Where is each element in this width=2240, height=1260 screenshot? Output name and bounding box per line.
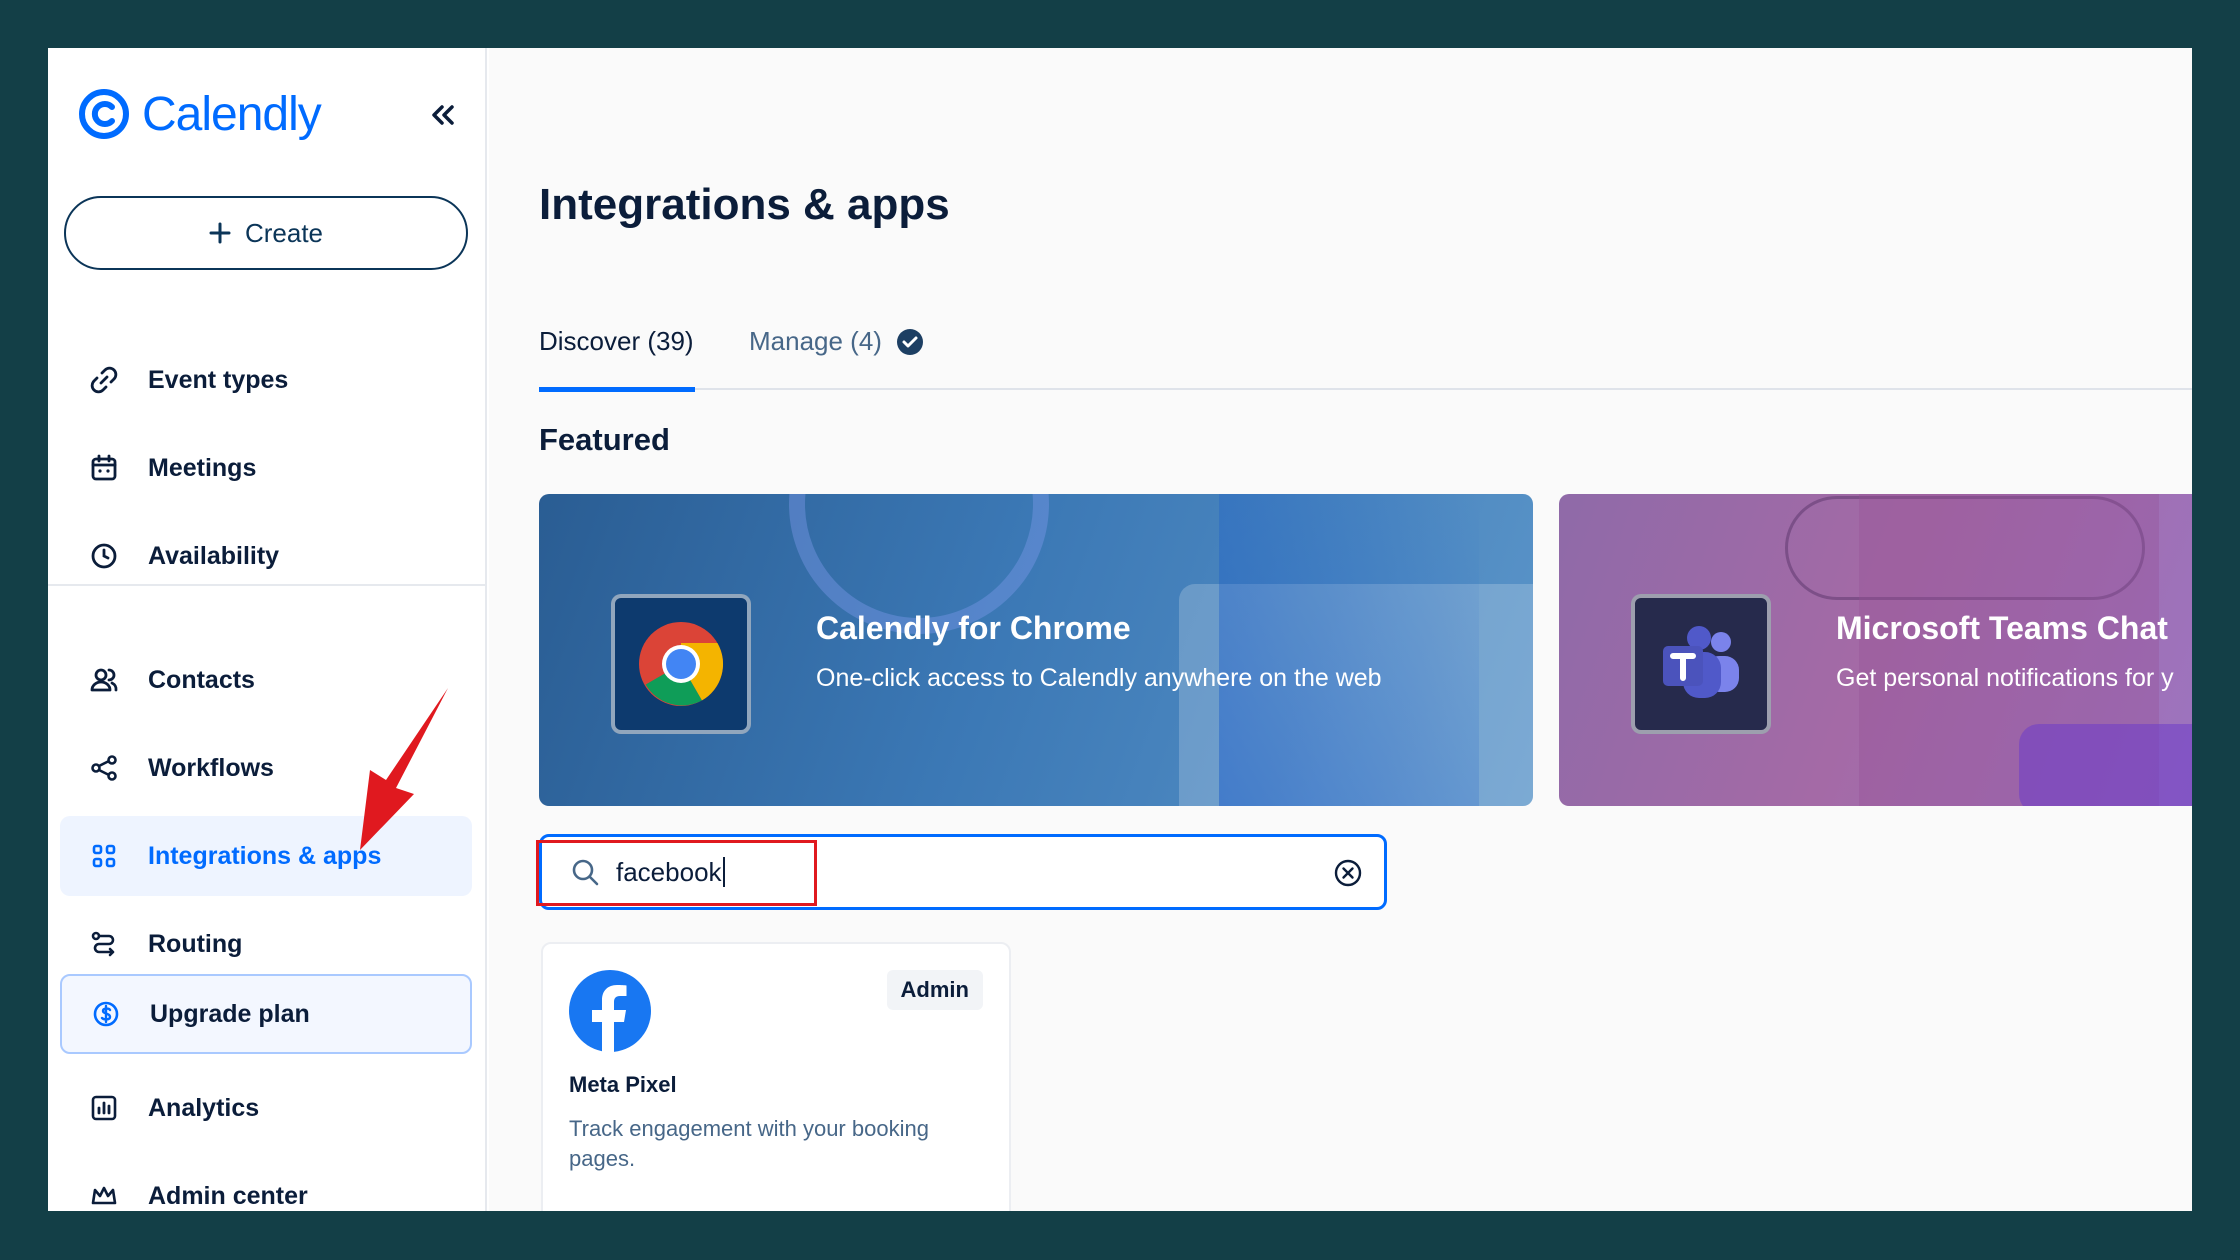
sidebar-item-label: Availability	[148, 541, 280, 570]
workflow-icon	[86, 750, 122, 786]
search-input[interactable]: facebook	[539, 834, 1387, 910]
calendly-logo[interactable]: Calendly	[78, 82, 322, 146]
tab-discover[interactable]: Discover (39)	[539, 326, 695, 392]
app-description: Track engagement with your booking pages…	[569, 1116, 929, 1171]
routing-icon	[86, 926, 122, 962]
featured-card-subtitle: Get personal notifications for y	[1836, 664, 2174, 692]
sidebar-item-label: Analytics	[148, 1093, 260, 1122]
facebook-icon	[569, 970, 651, 1052]
analytics-icon	[86, 1090, 122, 1126]
sidebar-item-routing[interactable]: Routing	[60, 904, 472, 984]
dollar-icon	[88, 996, 124, 1032]
sidebar-item-event-types[interactable]: Event types	[60, 340, 472, 420]
sidebar-item-workflows[interactable]: Workflows	[60, 728, 472, 808]
sidebar-item-label: Admin center	[148, 1181, 308, 1210]
tab-manage[interactable]: Manage (4)	[749, 326, 924, 390]
sidebar-item-integrations-apps[interactable]: Integrations & apps	[60, 816, 472, 896]
chrome-icon	[639, 622, 724, 706]
clock-icon	[86, 538, 122, 574]
app-name: Meta Pixel	[569, 1072, 677, 1097]
featured-card-title: Calendly for Chrome	[816, 610, 1131, 646]
chrome-icon-tile	[611, 594, 751, 734]
search-text: facebook	[616, 856, 722, 887]
sidebar: Calendly Create Event types Meetings Ava…	[48, 48, 487, 1211]
teams-icon	[1663, 626, 1739, 698]
featured-heading: Featured	[539, 422, 670, 457]
main-content: Integrations & apps Discover (39) Manage…	[489, 48, 2192, 1211]
text-cursor	[722, 857, 725, 887]
calendly-logo-icon	[79, 89, 129, 139]
sidebar-item-label: Integrations & apps	[148, 841, 382, 870]
upgrade-plan-button[interactable]: Upgrade plan	[60, 974, 472, 1054]
decoration	[1219, 494, 1479, 806]
sidebar-item-label: Workflows	[148, 753, 274, 782]
sidebar-item-analytics[interactable]: Analytics	[60, 1068, 472, 1148]
sidebar-item-label: Meetings	[148, 453, 257, 482]
double-chevron-left-icon	[432, 105, 454, 125]
sidebar-divider	[48, 584, 487, 586]
tab-label: Manage (4)	[749, 326, 882, 356]
logo-text: Calendly	[142, 87, 322, 141]
sidebar-item-meetings[interactable]: Meetings	[60, 428, 472, 508]
clear-search-icon[interactable]	[1334, 859, 1362, 887]
link-icon	[86, 362, 122, 398]
tab-bar: Discover (39) Manage (4)	[539, 326, 2192, 392]
decoration	[2019, 724, 2192, 806]
people-icon	[86, 662, 122, 698]
sidebar-item-contacts[interactable]: Contacts	[60, 640, 472, 720]
tab-label: Discover (39)	[539, 326, 694, 356]
teams-icon-tile	[1631, 594, 1771, 734]
sidebar-item-admin-center[interactable]: Admin center	[60, 1156, 472, 1211]
sidebar-item-label: Contacts	[148, 665, 255, 694]
check-circle-icon	[896, 329, 923, 355]
featured-card-title: Microsoft Teams Chat	[1836, 610, 2168, 646]
sidebar-item-label: Routing	[148, 929, 243, 958]
search-icon	[572, 859, 599, 886]
featured-card-chrome[interactable]: Calendly for Chrome One-click access to …	[539, 494, 1533, 806]
create-button[interactable]: Create	[64, 196, 468, 270]
grid-icon	[86, 838, 122, 874]
app-card-meta-pixel[interactable]: Admin Meta Pixel Track engagement with y…	[541, 942, 1011, 1211]
featured-card-subtitle: One-click access to Calendly anywhere on…	[816, 664, 1382, 692]
sidebar-item-label: Event types	[148, 365, 289, 394]
admin-badge: Admin	[886, 970, 983, 1010]
featured-card-teams[interactable]: Microsoft Teams Chat Get personal notifi…	[1559, 494, 2192, 806]
search-value: facebook	[616, 857, 725, 888]
app-window: Calendly Create Event types Meetings Ava…	[48, 48, 2192, 1211]
crown-icon	[86, 1178, 122, 1211]
plus-icon	[209, 222, 231, 244]
calendar-icon	[86, 450, 122, 486]
create-label: Create	[244, 217, 324, 248]
page-title: Integrations & apps	[539, 180, 950, 229]
collapse-sidebar-button[interactable]	[418, 90, 468, 140]
sidebar-item-label: Upgrade plan	[150, 999, 310, 1028]
